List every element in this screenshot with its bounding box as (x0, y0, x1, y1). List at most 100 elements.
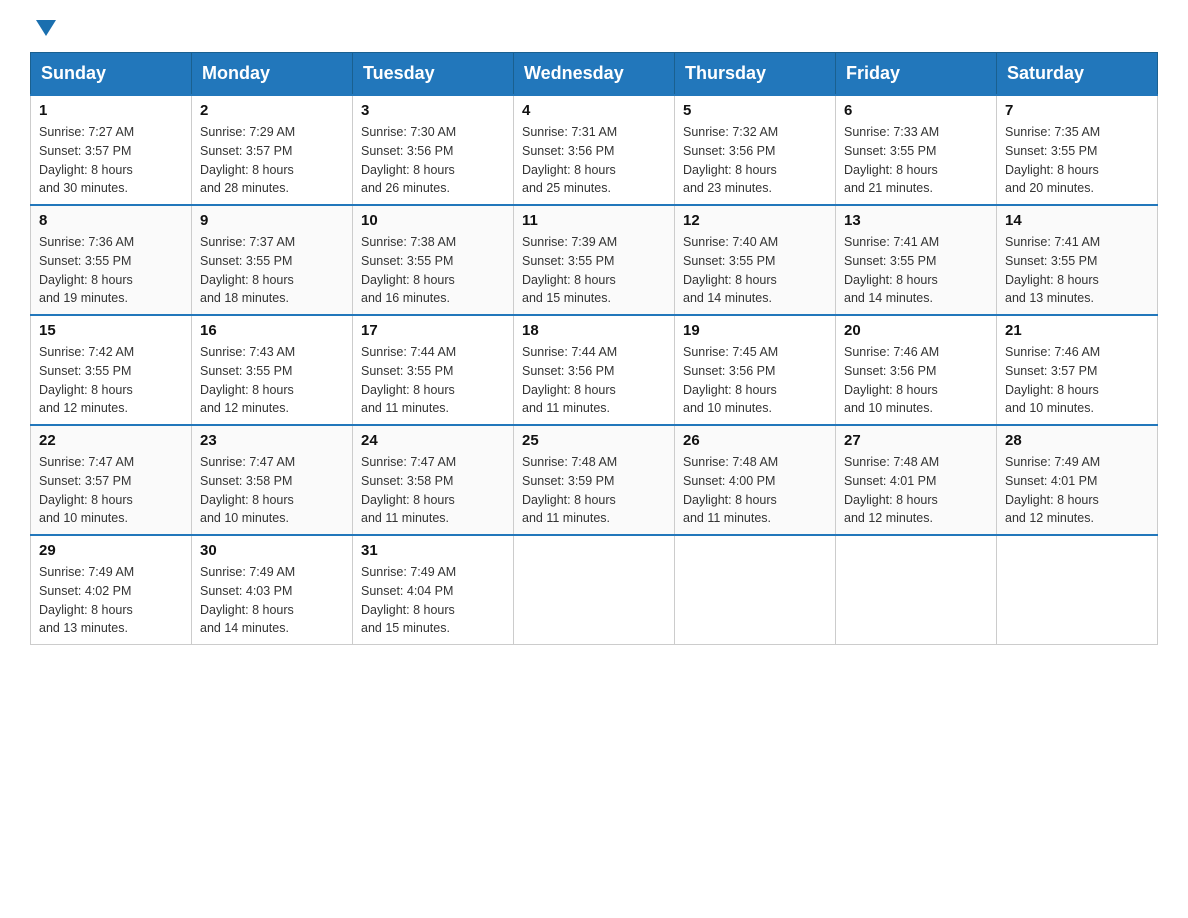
day-number: 15 (39, 322, 183, 339)
day-info: Sunrise: 7:47 AMSunset: 3:58 PMDaylight:… (361, 455, 456, 525)
day-info: Sunrise: 7:48 AMSunset: 4:00 PMDaylight:… (683, 455, 778, 525)
day-info: Sunrise: 7:49 AMSunset: 4:03 PMDaylight:… (200, 565, 295, 635)
calendar-cell (836, 535, 997, 645)
day-number: 16 (200, 322, 344, 339)
calendar-cell: 30 Sunrise: 7:49 AMSunset: 4:03 PMDaylig… (192, 535, 353, 645)
day-number: 4 (522, 102, 666, 119)
header-row: SundayMondayTuesdayWednesdayThursdayFrid… (31, 53, 1158, 96)
day-info: Sunrise: 7:36 AMSunset: 3:55 PMDaylight:… (39, 235, 134, 305)
day-number: 29 (39, 542, 183, 559)
day-number: 8 (39, 212, 183, 229)
week-row: 1 Sunrise: 7:27 AMSunset: 3:57 PMDayligh… (31, 95, 1158, 205)
day-number: 21 (1005, 322, 1149, 339)
day-number: 10 (361, 212, 505, 229)
calendar-cell: 2 Sunrise: 7:29 AMSunset: 3:57 PMDayligh… (192, 95, 353, 205)
day-number: 28 (1005, 432, 1149, 449)
day-number: 2 (200, 102, 344, 119)
page-header (30, 20, 1158, 34)
day-info: Sunrise: 7:49 AMSunset: 4:02 PMDaylight:… (39, 565, 134, 635)
calendar-cell: 6 Sunrise: 7:33 AMSunset: 3:55 PMDayligh… (836, 95, 997, 205)
logo-blue-text (30, 20, 56, 34)
calendar-cell: 15 Sunrise: 7:42 AMSunset: 3:55 PMDaylig… (31, 315, 192, 425)
calendar-cell: 1 Sunrise: 7:27 AMSunset: 3:57 PMDayligh… (31, 95, 192, 205)
calendar-cell: 9 Sunrise: 7:37 AMSunset: 3:55 PMDayligh… (192, 205, 353, 315)
day-info: Sunrise: 7:44 AMSunset: 3:55 PMDaylight:… (361, 345, 456, 415)
day-info: Sunrise: 7:44 AMSunset: 3:56 PMDaylight:… (522, 345, 617, 415)
calendar-cell: 27 Sunrise: 7:48 AMSunset: 4:01 PMDaylig… (836, 425, 997, 535)
calendar-cell: 31 Sunrise: 7:49 AMSunset: 4:04 PMDaylig… (353, 535, 514, 645)
day-of-week-header: Wednesday (514, 53, 675, 96)
day-info: Sunrise: 7:31 AMSunset: 3:56 PMDaylight:… (522, 125, 617, 195)
calendar-cell (514, 535, 675, 645)
day-number: 22 (39, 432, 183, 449)
day-info: Sunrise: 7:47 AMSunset: 3:57 PMDaylight:… (39, 455, 134, 525)
day-info: Sunrise: 7:43 AMSunset: 3:55 PMDaylight:… (200, 345, 295, 415)
calendar-cell: 14 Sunrise: 7:41 AMSunset: 3:55 PMDaylig… (997, 205, 1158, 315)
calendar-cell: 19 Sunrise: 7:45 AMSunset: 3:56 PMDaylig… (675, 315, 836, 425)
week-row: 29 Sunrise: 7:49 AMSunset: 4:02 PMDaylig… (31, 535, 1158, 645)
logo (30, 20, 56, 34)
day-number: 3 (361, 102, 505, 119)
day-info: Sunrise: 7:42 AMSunset: 3:55 PMDaylight:… (39, 345, 134, 415)
day-info: Sunrise: 7:48 AMSunset: 3:59 PMDaylight:… (522, 455, 617, 525)
calendar-cell: 11 Sunrise: 7:39 AMSunset: 3:55 PMDaylig… (514, 205, 675, 315)
day-info: Sunrise: 7:49 AMSunset: 4:01 PMDaylight:… (1005, 455, 1100, 525)
day-number: 1 (39, 102, 183, 119)
calendar-cell: 26 Sunrise: 7:48 AMSunset: 4:00 PMDaylig… (675, 425, 836, 535)
day-info: Sunrise: 7:35 AMSunset: 3:55 PMDaylight:… (1005, 125, 1100, 195)
calendar-cell: 28 Sunrise: 7:49 AMSunset: 4:01 PMDaylig… (997, 425, 1158, 535)
day-info: Sunrise: 7:27 AMSunset: 3:57 PMDaylight:… (39, 125, 134, 195)
day-number: 31 (361, 542, 505, 559)
day-info: Sunrise: 7:32 AMSunset: 3:56 PMDaylight:… (683, 125, 778, 195)
day-number: 19 (683, 322, 827, 339)
calendar-table: SundayMondayTuesdayWednesdayThursdayFrid… (30, 52, 1158, 645)
calendar-cell: 16 Sunrise: 7:43 AMSunset: 3:55 PMDaylig… (192, 315, 353, 425)
calendar-cell: 18 Sunrise: 7:44 AMSunset: 3:56 PMDaylig… (514, 315, 675, 425)
day-number: 13 (844, 212, 988, 229)
calendar-cell: 5 Sunrise: 7:32 AMSunset: 3:56 PMDayligh… (675, 95, 836, 205)
day-number: 25 (522, 432, 666, 449)
day-info: Sunrise: 7:49 AMSunset: 4:04 PMDaylight:… (361, 565, 456, 635)
calendar-cell (675, 535, 836, 645)
day-info: Sunrise: 7:45 AMSunset: 3:56 PMDaylight:… (683, 345, 778, 415)
calendar-cell: 24 Sunrise: 7:47 AMSunset: 3:58 PMDaylig… (353, 425, 514, 535)
day-number: 9 (200, 212, 344, 229)
logo-triangle-icon (36, 20, 56, 36)
day-number: 7 (1005, 102, 1149, 119)
day-of-week-header: Saturday (997, 53, 1158, 96)
day-info: Sunrise: 7:40 AMSunset: 3:55 PMDaylight:… (683, 235, 778, 305)
calendar-cell: 17 Sunrise: 7:44 AMSunset: 3:55 PMDaylig… (353, 315, 514, 425)
day-of-week-header: Monday (192, 53, 353, 96)
calendar-cell: 29 Sunrise: 7:49 AMSunset: 4:02 PMDaylig… (31, 535, 192, 645)
day-of-week-header: Tuesday (353, 53, 514, 96)
calendar-cell: 8 Sunrise: 7:36 AMSunset: 3:55 PMDayligh… (31, 205, 192, 315)
calendar-cell: 7 Sunrise: 7:35 AMSunset: 3:55 PMDayligh… (997, 95, 1158, 205)
day-info: Sunrise: 7:30 AMSunset: 3:56 PMDaylight:… (361, 125, 456, 195)
week-row: 8 Sunrise: 7:36 AMSunset: 3:55 PMDayligh… (31, 205, 1158, 315)
day-info: Sunrise: 7:48 AMSunset: 4:01 PMDaylight:… (844, 455, 939, 525)
calendar-cell: 23 Sunrise: 7:47 AMSunset: 3:58 PMDaylig… (192, 425, 353, 535)
day-number: 11 (522, 212, 666, 229)
day-info: Sunrise: 7:47 AMSunset: 3:58 PMDaylight:… (200, 455, 295, 525)
day-number: 6 (844, 102, 988, 119)
calendar-cell: 12 Sunrise: 7:40 AMSunset: 3:55 PMDaylig… (675, 205, 836, 315)
day-info: Sunrise: 7:37 AMSunset: 3:55 PMDaylight:… (200, 235, 295, 305)
calendar-cell: 4 Sunrise: 7:31 AMSunset: 3:56 PMDayligh… (514, 95, 675, 205)
day-of-week-header: Thursday (675, 53, 836, 96)
calendar-cell: 25 Sunrise: 7:48 AMSunset: 3:59 PMDaylig… (514, 425, 675, 535)
day-of-week-header: Sunday (31, 53, 192, 96)
day-number: 18 (522, 322, 666, 339)
day-number: 30 (200, 542, 344, 559)
calendar-cell: 13 Sunrise: 7:41 AMSunset: 3:55 PMDaylig… (836, 205, 997, 315)
calendar-cell: 21 Sunrise: 7:46 AMSunset: 3:57 PMDaylig… (997, 315, 1158, 425)
day-number: 12 (683, 212, 827, 229)
day-number: 5 (683, 102, 827, 119)
calendar-cell: 3 Sunrise: 7:30 AMSunset: 3:56 PMDayligh… (353, 95, 514, 205)
day-number: 26 (683, 432, 827, 449)
day-info: Sunrise: 7:38 AMSunset: 3:55 PMDaylight:… (361, 235, 456, 305)
day-number: 27 (844, 432, 988, 449)
day-info: Sunrise: 7:46 AMSunset: 3:57 PMDaylight:… (1005, 345, 1100, 415)
day-info: Sunrise: 7:46 AMSunset: 3:56 PMDaylight:… (844, 345, 939, 415)
week-row: 15 Sunrise: 7:42 AMSunset: 3:55 PMDaylig… (31, 315, 1158, 425)
day-info: Sunrise: 7:39 AMSunset: 3:55 PMDaylight:… (522, 235, 617, 305)
